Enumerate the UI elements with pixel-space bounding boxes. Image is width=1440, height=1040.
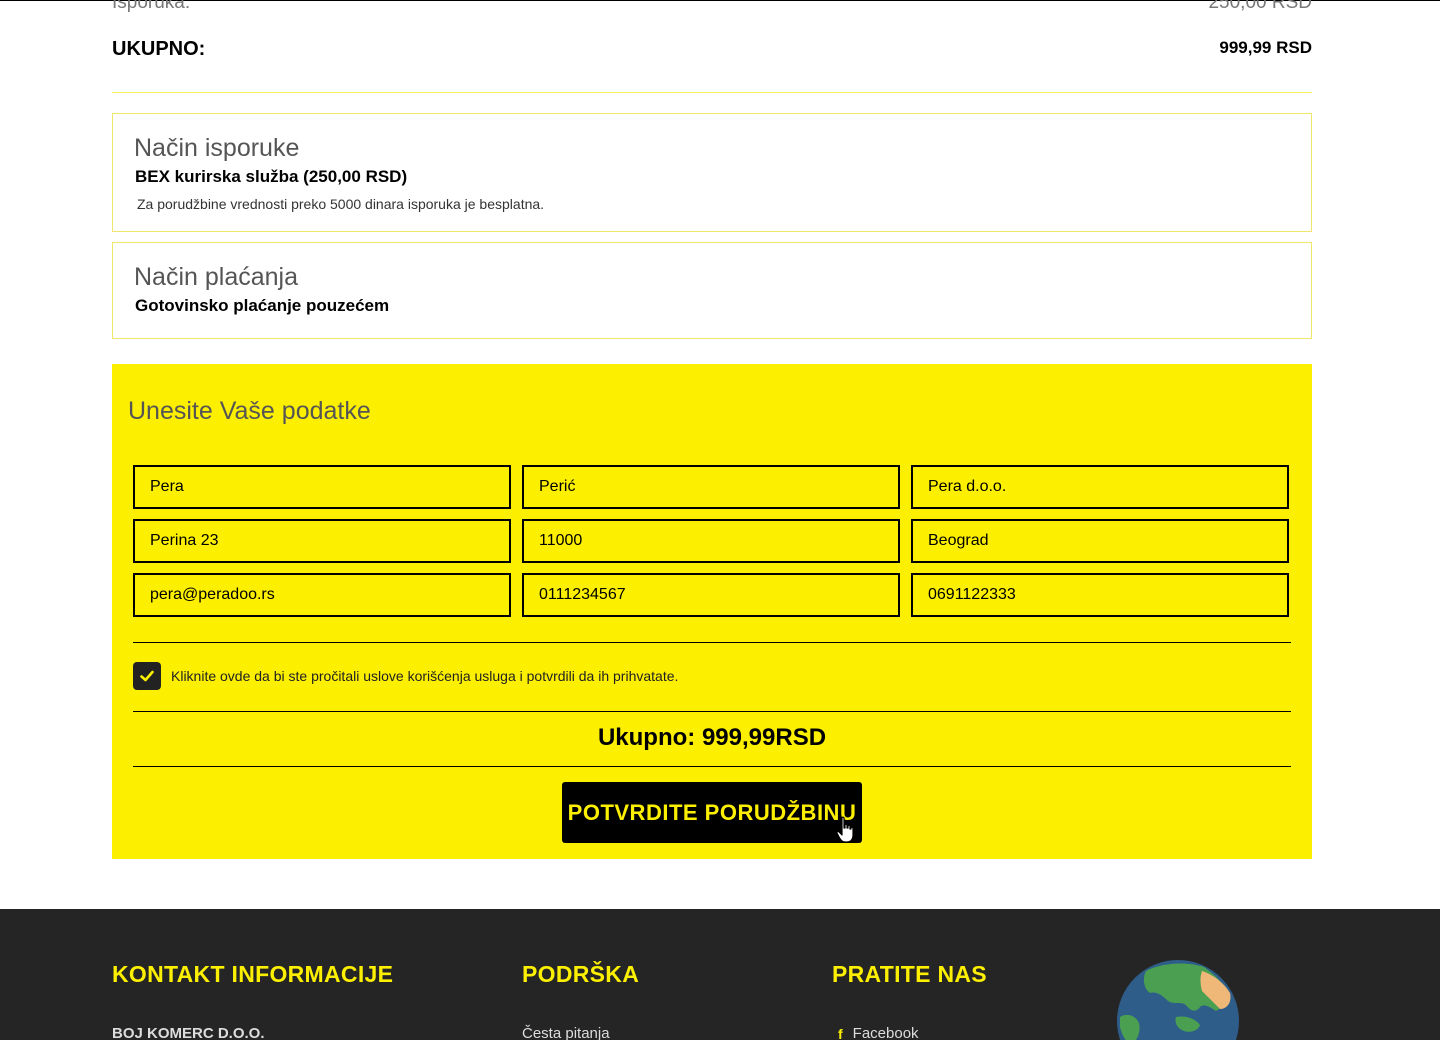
company-input[interactable] [911, 465, 1289, 509]
form-total: Ukupno: 999,99RSD [597, 724, 827, 751]
hand-pointer-icon [836, 816, 854, 843]
customer-fields-grid [133, 465, 1290, 617]
facebook-icon: f [838, 1025, 843, 1040]
delivery-method-box: Način isporuke BEX kurirska služba (250,… [112, 113, 1312, 232]
footer-faq-link[interactable]: Česta pitanja [522, 1025, 610, 1040]
summary-total-row: UKUPNO: 999,99 RSD [112, 38, 1312, 61]
form-divider [133, 711, 1291, 712]
form-divider [133, 766, 1291, 767]
site-footer: KONTAKT INFORMACIJE PODRŠKA PRATITE NAS … [0, 909, 1440, 1040]
summary-total-label: UKUPNO: [112, 38, 206, 60]
confirm-order-button[interactable]: POTVRDITE PORUDŽBINU [562, 782, 862, 843]
terms-checkbox[interactable] [133, 662, 161, 690]
payment-method-title: Način plaćanja [134, 263, 298, 291]
mobile-input[interactable] [911, 573, 1289, 617]
summary-total-value: 999,99 RSD [1219, 38, 1312, 57]
summary-divider [112, 92, 1312, 93]
delivery-method-selected: BEX kurirska služba (250,00 RSD) [135, 167, 408, 186]
footer-facebook-link[interactable]: f Facebook [838, 1025, 919, 1040]
footer-company-name: BOJ KOMERC D.O.O. [112, 1025, 265, 1040]
footer-follow-heading: PRATITE NAS [832, 961, 987, 987]
delivery-method-note: Za porudžbine vrednosti preko 5000 dinar… [137, 196, 545, 212]
last-name-input[interactable] [522, 465, 900, 509]
city-input[interactable] [911, 519, 1289, 563]
form-divider [133, 642, 1291, 643]
summary-delivery-row: Isporuka: 250,00 RSD [112, 0, 1312, 14]
summary-delivery-label: Isporuka: [112, 0, 191, 13]
payment-method-box: Način plaćanja Gotovinsko plaćanje pouze… [112, 242, 1312, 339]
delivery-method-title: Način isporuke [134, 134, 300, 162]
customer-form-panel: Unesite Vaše podatke Kliknite ovde da bi… [112, 364, 1312, 859]
check-icon [140, 670, 154, 682]
facebook-link-label: Facebook [852, 1025, 919, 1040]
terms-label[interactable]: Kliknite ovde da bi ste pročitali uslove… [171, 668, 678, 684]
globe-icon [1117, 960, 1239, 1040]
summary-delivery-value: 250,00 RSD [1208, 0, 1312, 13]
postal-code-input[interactable] [522, 519, 900, 563]
footer-contact-heading: KONTAKT INFORMACIJE [112, 961, 394, 987]
footer-support-heading: PODRŠKA [522, 961, 640, 987]
first-name-input[interactable] [133, 465, 511, 509]
form-title: Unesite Vaše podatke [128, 397, 371, 425]
email-input[interactable] [133, 573, 511, 617]
phone-input[interactable] [522, 573, 900, 617]
address-input[interactable] [133, 519, 511, 563]
terms-row: Kliknite ovde da bi ste pročitali uslove… [133, 662, 678, 690]
payment-method-selected: Gotovinsko plaćanje pouzećem [135, 296, 390, 315]
